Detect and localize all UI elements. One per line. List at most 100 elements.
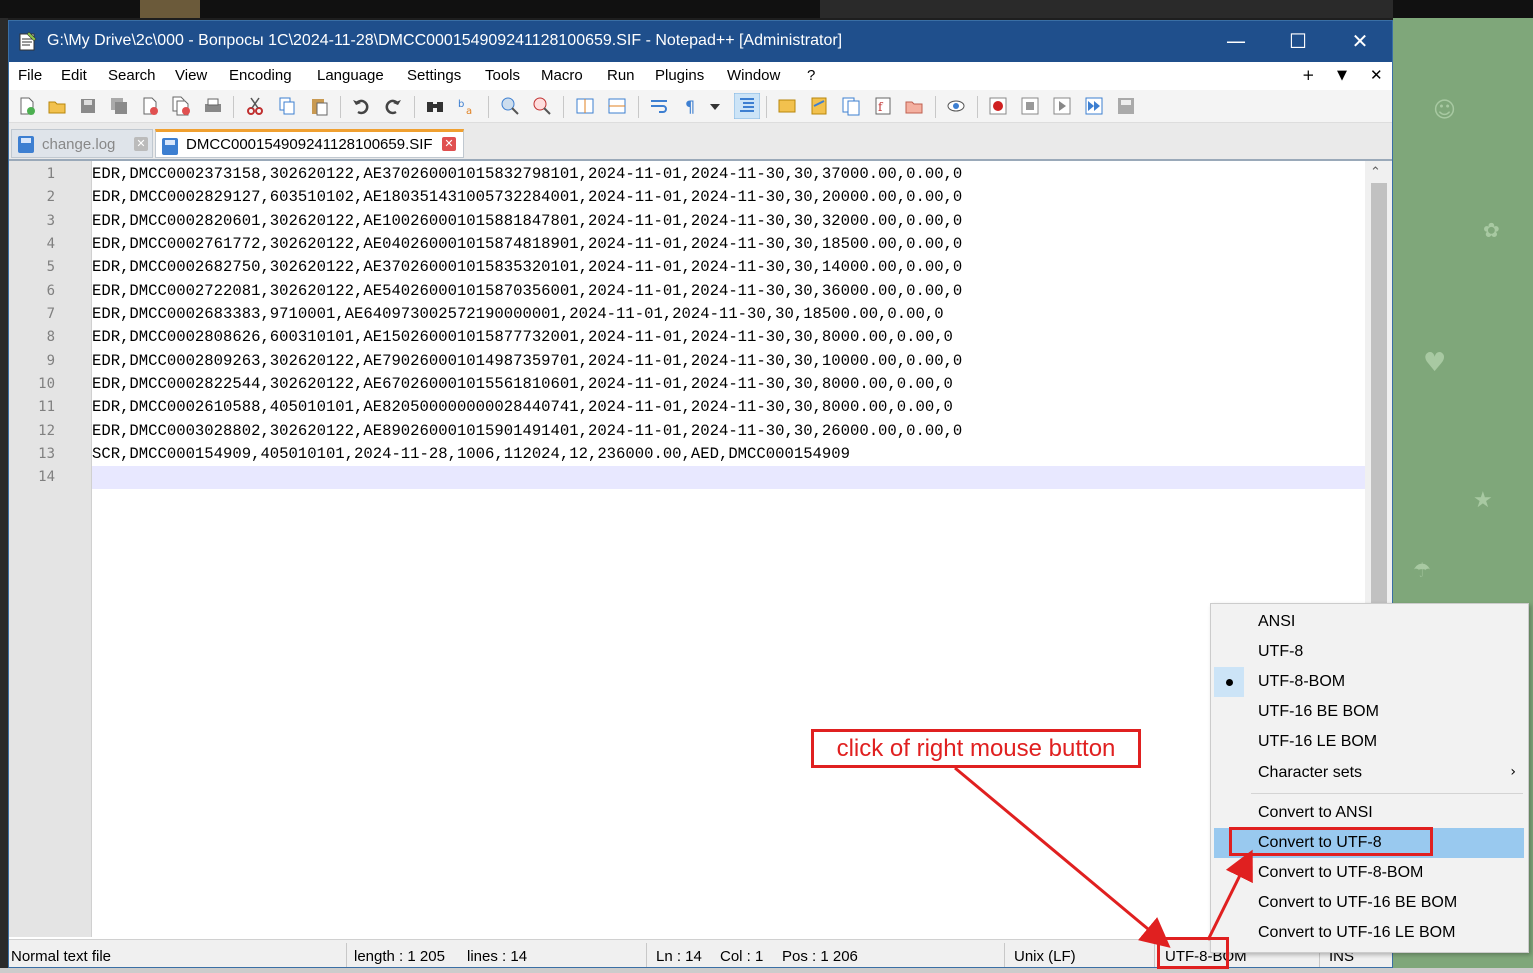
doc-map-icon[interactable] bbox=[809, 96, 829, 116]
tab-change-log[interactable]: change.log ✕ bbox=[11, 129, 153, 158]
code-line: EDR,DMCC0002808626,600310101,AE150260001… bbox=[92, 328, 953, 346]
toolbar-separator bbox=[563, 96, 564, 118]
folder-workspace-icon[interactable] bbox=[904, 96, 924, 116]
menu-file[interactable]: File bbox=[18, 67, 42, 84]
dropdown-icon[interactable] bbox=[709, 96, 721, 116]
record-macro-icon[interactable] bbox=[988, 96, 1008, 116]
close-all-icon[interactable] bbox=[171, 96, 191, 116]
status-divider bbox=[1004, 943, 1005, 967]
line-number: 12 bbox=[38, 423, 55, 439]
menu-settings[interactable]: Settings bbox=[407, 67, 461, 84]
line-number: 5 bbox=[46, 259, 55, 275]
toolbar-separator bbox=[488, 96, 489, 118]
menu-language[interactable]: Language bbox=[317, 67, 384, 84]
menu-macro[interactable]: Macro bbox=[541, 67, 583, 84]
paste-icon[interactable] bbox=[309, 96, 329, 116]
menu-plugins[interactable]: Plugins bbox=[655, 67, 704, 84]
tab-list-dropdown-button[interactable]: ▼ bbox=[1337, 68, 1347, 83]
sync-horizontal-icon[interactable] bbox=[607, 96, 627, 116]
menu-item-label: UTF-8-BOM bbox=[1258, 673, 1346, 690]
menu-item-label: ANSI bbox=[1258, 613, 1296, 630]
menu-item-label: Convert to UTF-8-BOM bbox=[1258, 864, 1424, 881]
redo-icon[interactable] bbox=[383, 96, 403, 116]
open-file-icon[interactable] bbox=[47, 96, 67, 116]
toolbar-separator bbox=[340, 96, 341, 118]
toolbar: ba ¶ f bbox=[9, 90, 1392, 123]
menu-search[interactable]: Search bbox=[108, 67, 156, 84]
menu-help[interactable]: ? bbox=[807, 67, 815, 84]
menu-item-utf16-be-bom[interactable]: UTF-16 BE BOM bbox=[1211, 697, 1528, 727]
word-wrap-icon[interactable] bbox=[649, 96, 669, 116]
menu-view[interactable]: View bbox=[175, 67, 207, 84]
menu-item-utf8-bom[interactable]: UTF-8-BOM bbox=[1211, 667, 1528, 697]
stop-macro-icon[interactable] bbox=[1020, 96, 1040, 116]
code-line: EDR,DMCC0002822544,302620122,AE670260001… bbox=[92, 375, 953, 393]
play-macro-icon[interactable] bbox=[1052, 96, 1072, 116]
minimize-button[interactable]: — bbox=[1205, 21, 1267, 62]
find-icon[interactable] bbox=[425, 96, 445, 116]
menu-item-ansi[interactable]: ANSI bbox=[1211, 607, 1528, 637]
wallpaper-doodle-icon: ♥ bbox=[1423, 348, 1447, 378]
print-icon[interactable] bbox=[203, 96, 223, 116]
menu-item-convert-utf8-bom[interactable]: Convert to UTF-8-BOM bbox=[1211, 858, 1528, 888]
menu-item-utf8[interactable]: UTF-8 bbox=[1211, 637, 1528, 667]
function-list-icon[interactable]: f bbox=[873, 96, 893, 116]
menu-tools[interactable]: Tools bbox=[485, 67, 520, 84]
doc-list-icon[interactable] bbox=[841, 96, 861, 116]
undo-icon[interactable] bbox=[351, 96, 371, 116]
title-bar[interactable]: G:\My Drive\2c\000 - Вопросы 1C\2024-11-… bbox=[9, 21, 1392, 62]
line-number: 7 bbox=[46, 306, 55, 322]
menu-item-convert-utf16-le-bom[interactable]: Convert to UTF-16 LE BOM bbox=[1211, 918, 1528, 948]
toolbar-separator bbox=[766, 96, 767, 118]
annotation-highlight-convert-utf8 bbox=[1229, 827, 1433, 856]
save-icon[interactable] bbox=[78, 96, 98, 116]
cut-icon[interactable] bbox=[245, 96, 265, 116]
menu-item-convert-ansi[interactable]: Convert to ANSI bbox=[1211, 798, 1528, 828]
save-all-icon[interactable] bbox=[109, 96, 129, 116]
code-line: EDR,DMCC0002809263,302620122,AE790260001… bbox=[92, 352, 963, 370]
menu-item-label: Character sets bbox=[1258, 764, 1363, 781]
code-line: EDR,DMCC0002722081,302620122,AE540260001… bbox=[92, 282, 963, 300]
status-eol[interactable]: Unix (LF) bbox=[1014, 948, 1076, 965]
menu-edit[interactable]: Edit bbox=[61, 67, 87, 84]
new-tab-plus-button[interactable]: + bbox=[1302, 66, 1315, 84]
save-macro-icon[interactable] bbox=[1116, 96, 1136, 116]
background-item bbox=[140, 0, 200, 18]
user-language-icon[interactable] bbox=[777, 96, 797, 116]
close-document-button[interactable]: ✕ bbox=[1370, 66, 1383, 84]
wallpaper-doodle-icon: ☂ bbox=[1413, 558, 1431, 582]
status-ln: Ln : 14 bbox=[656, 948, 702, 965]
new-file-icon[interactable] bbox=[17, 96, 37, 116]
tab-sif-file[interactable]: DMCC000154909241128100659.SIF ✕ bbox=[155, 129, 464, 158]
indent-guide-icon[interactable] bbox=[734, 93, 760, 119]
zoom-in-icon[interactable] bbox=[500, 96, 520, 116]
menu-item-character-sets[interactable]: Character sets › bbox=[1211, 758, 1528, 788]
menu-item-utf16-le-bom[interactable]: UTF-16 LE BOM bbox=[1211, 727, 1528, 757]
code-line: EDR,DMCC0002373158,302620122,AE370260001… bbox=[92, 165, 963, 183]
background-item bbox=[820, 0, 1393, 18]
scroll-up-icon[interactable]: ⌃ bbox=[1370, 165, 1381, 180]
show-all-chars-icon[interactable]: ¶ bbox=[681, 96, 701, 116]
code-line: EDR,DMCC0002610588,405010101,AE820500000… bbox=[92, 398, 953, 416]
close-window-button[interactable]: ✕ bbox=[1329, 21, 1391, 62]
sync-vertical-icon[interactable] bbox=[575, 96, 595, 116]
wallpaper-doodle-icon: ★ bbox=[1473, 488, 1493, 513]
menu-encoding[interactable]: Encoding bbox=[229, 67, 292, 84]
monitoring-icon[interactable] bbox=[946, 96, 966, 116]
run-macro-multiple-icon[interactable] bbox=[1084, 96, 1104, 116]
background-bottom bbox=[0, 968, 1533, 973]
menu-item-convert-utf16-be-bom[interactable]: Convert to UTF-16 BE BOM bbox=[1211, 888, 1528, 918]
maximize-button[interactable]: ☐ bbox=[1267, 21, 1329, 62]
editor-area[interactable]: 1 2 3 4 5 6 7 8 9 10 11 12 13 14 EDR,DMC… bbox=[9, 161, 1365, 937]
status-file-type: Normal text file bbox=[11, 948, 112, 965]
replace-icon[interactable]: ba bbox=[457, 96, 477, 116]
zoom-out-icon[interactable] bbox=[532, 96, 552, 116]
tab-close-icon[interactable]: ✕ bbox=[134, 137, 148, 151]
tab-close-icon[interactable]: ✕ bbox=[442, 137, 456, 151]
menu-bar: File Edit Search View Encoding Language … bbox=[9, 62, 1392, 90]
line-number: 4 bbox=[46, 236, 55, 252]
menu-window[interactable]: Window bbox=[727, 67, 780, 84]
close-file-icon[interactable] bbox=[140, 96, 160, 116]
copy-icon[interactable] bbox=[277, 96, 297, 116]
menu-run[interactable]: Run bbox=[607, 67, 635, 84]
